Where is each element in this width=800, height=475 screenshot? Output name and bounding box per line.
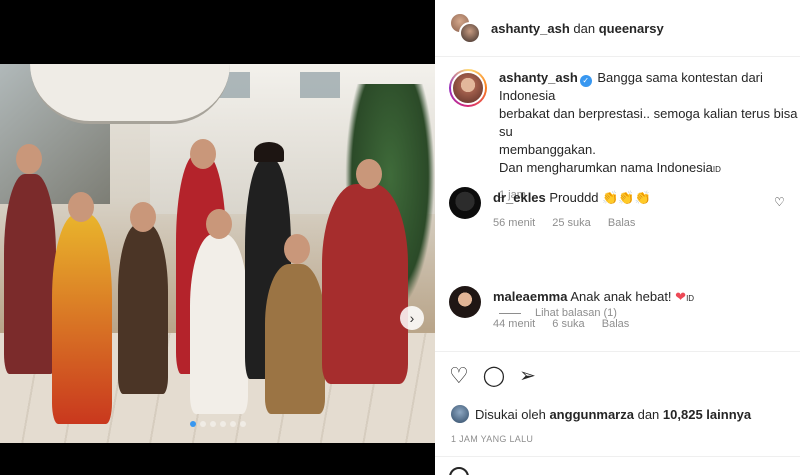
post-timestamp[interactable]: 1 JAM YANG LALU bbox=[451, 434, 533, 444]
carousel-dot bbox=[209, 421, 216, 427]
photo-bg-window bbox=[300, 72, 340, 98]
avatar bbox=[459, 22, 481, 44]
comment-body: Prouddd 👏👏👏 bbox=[549, 190, 651, 205]
comment-meta: 56 menit 25 suka Balas bbox=[481, 217, 651, 229]
reply-button[interactable]: Balas bbox=[608, 217, 636, 229]
comment-item: dr_ekles Prouddd 👏👏👏 56 menit 25 suka Ba… bbox=[449, 187, 785, 229]
post-header-title: ashanty_ash dan queenarsy bbox=[491, 21, 664, 36]
comment-username[interactable]: maleaemma bbox=[493, 289, 567, 304]
photo-person-head bbox=[284, 234, 310, 264]
flag-emoji: ID bbox=[712, 165, 721, 174]
reply-button[interactable]: Balas bbox=[602, 318, 630, 330]
collaborator-username[interactable]: queenarsy bbox=[599, 21, 664, 36]
comment-likes[interactable]: 6 suka bbox=[552, 318, 584, 330]
chevron-right-icon: › bbox=[409, 310, 415, 326]
comment-username[interactable]: ashanty_ash bbox=[499, 70, 578, 85]
comment-body: Anak anak hebat! ❤ bbox=[570, 289, 687, 304]
carousel-next-button[interactable]: › bbox=[400, 306, 424, 330]
flag-emoji: ID bbox=[686, 294, 695, 303]
photo-person-head bbox=[190, 139, 216, 169]
photo-bg-canopy bbox=[30, 64, 230, 124]
comment-text: dr_ekles Prouddd 👏👏👏 bbox=[481, 187, 651, 207]
caption-item: ashanty_ash ✓ Bangga sama kontestan dari … bbox=[449, 69, 800, 201]
emoji-icon[interactable] bbox=[449, 467, 469, 475]
photo-person-head bbox=[206, 209, 232, 239]
photo-person bbox=[4, 174, 56, 374]
carousel-dot bbox=[199, 421, 206, 427]
author-username[interactable]: ashanty_ash bbox=[491, 21, 570, 36]
liked-by: Disukai oleh anggunmarza dan 10,825 lain… bbox=[451, 405, 751, 423]
photo-person bbox=[322, 184, 408, 384]
photo-person bbox=[190, 234, 248, 414]
action-icons: ♡ ◯ ➢ bbox=[449, 364, 536, 388]
caption-line: berbakat dan berprestasi.. semoga kalian… bbox=[499, 106, 798, 139]
verified-badge-icon: ✓ bbox=[579, 75, 592, 87]
post-side-panel: ashanty_ash dan queenarsy ashanty_ash ✓ B… bbox=[435, 0, 800, 475]
avatar[interactable] bbox=[449, 286, 481, 318]
comment-username[interactable]: dr_ekles bbox=[493, 190, 546, 205]
carousel-indicator bbox=[0, 421, 435, 427]
liked-by-prefix: Disukai oleh bbox=[475, 406, 546, 422]
carousel-dot bbox=[229, 421, 236, 427]
heart-outline-icon[interactable]: ♡ bbox=[449, 364, 469, 388]
caption-line: Dan mengharumkan nama Indonesia bbox=[499, 160, 713, 175]
likes-count[interactable]: 10,825 lainnya bbox=[663, 407, 751, 422]
comment-item: maleaemma Anak anak hebat! ❤ID 44 menit … bbox=[449, 286, 694, 330]
comment-like-heart-icon[interactable]: ♡ bbox=[774, 195, 785, 209]
carousel-dot bbox=[239, 421, 246, 427]
liked-by-and: dan bbox=[637, 406, 660, 422]
carousel-dot bbox=[189, 421, 196, 427]
caption-line: membanggakan. bbox=[499, 142, 596, 157]
comment-box-divider bbox=[435, 456, 800, 457]
comment-time[interactable]: 56 menit bbox=[493, 217, 535, 229]
post-header: ashanty_ash dan queenarsy bbox=[435, 0, 800, 57]
collab-avatars[interactable] bbox=[449, 12, 481, 44]
photo-person bbox=[52, 214, 112, 424]
avatar[interactable] bbox=[449, 69, 487, 107]
post-media: › bbox=[0, 0, 435, 475]
avatar[interactable] bbox=[451, 405, 469, 423]
caption-text: ashanty_ash ✓ Bangga sama kontestan dari … bbox=[487, 69, 800, 179]
photo-person-head bbox=[356, 159, 382, 189]
header-conjunction: dan bbox=[573, 20, 596, 36]
photo-person-head bbox=[16, 144, 42, 174]
comment-icon[interactable]: ◯ bbox=[483, 364, 505, 388]
post-actions: ♡ ◯ ➢ Disukai oleh anggunmarza dan 10,82… bbox=[435, 351, 800, 475]
photo-person bbox=[265, 264, 325, 414]
comment-text: maleaemma Anak anak hebat! ❤ID bbox=[481, 286, 694, 308]
photo-person-hair bbox=[254, 142, 284, 162]
liked-by-user[interactable]: anggunmarza bbox=[549, 407, 634, 422]
comment-likes[interactable]: 25 suka bbox=[552, 217, 591, 229]
post-photo[interactable]: › bbox=[0, 64, 435, 443]
photo-person-head bbox=[130, 202, 156, 232]
comment-meta: 44 menit 6 suka Balas bbox=[481, 318, 694, 330]
photo-person bbox=[118, 224, 168, 394]
send-icon[interactable]: ➢ bbox=[519, 364, 536, 388]
photo-person-head bbox=[68, 192, 94, 222]
comment-time[interactable]: 44 menit bbox=[493, 318, 535, 330]
carousel-dot bbox=[219, 421, 226, 427]
avatar[interactable] bbox=[449, 187, 481, 219]
